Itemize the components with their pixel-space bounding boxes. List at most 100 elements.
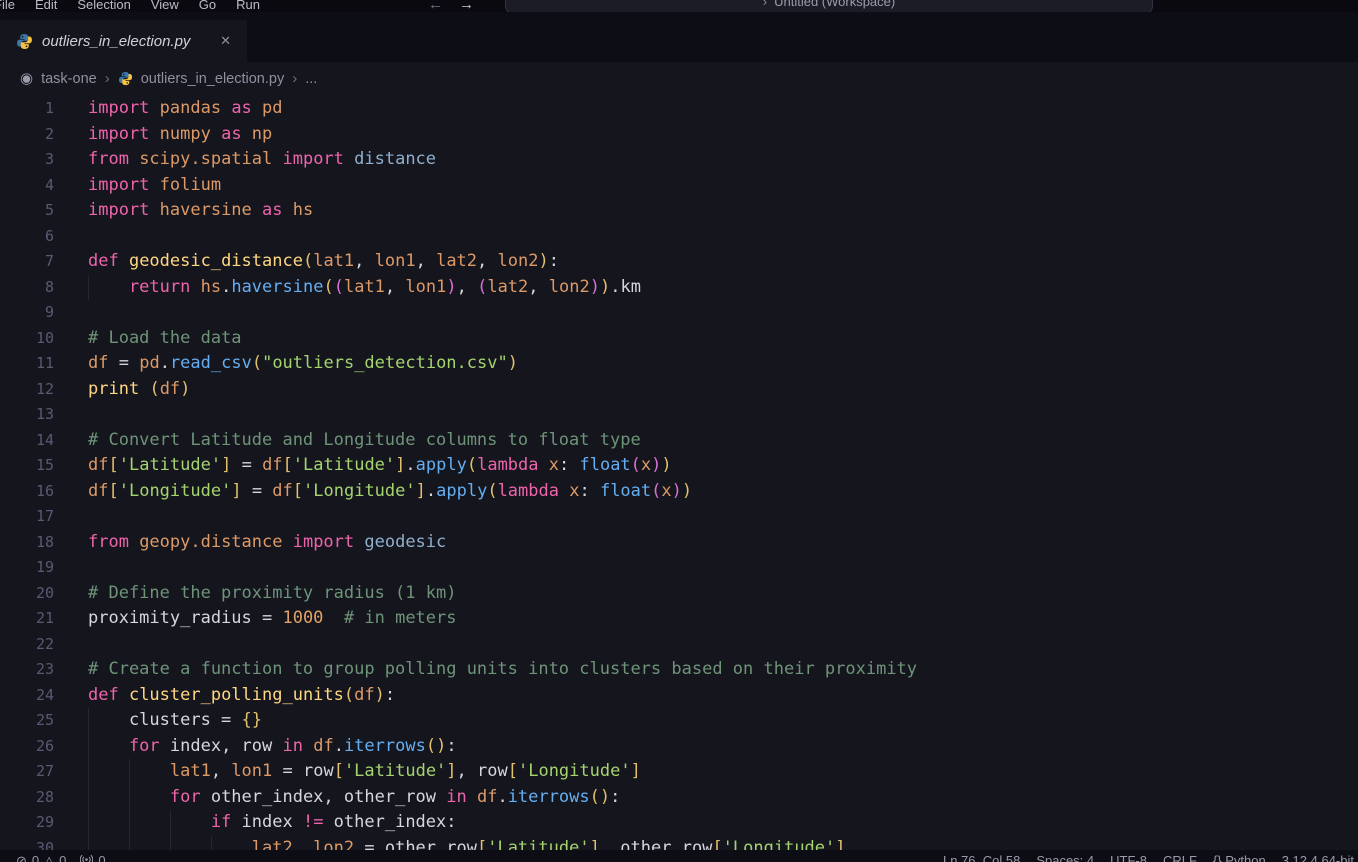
vscode-window: File Edit Selection View Go Run ← → › Un… bbox=[0, 0, 1358, 862]
code-token: ] bbox=[395, 455, 406, 475]
code-line[interactable] bbox=[88, 504, 1358, 530]
code-token: print bbox=[88, 378, 140, 399]
code-token: lon1 bbox=[405, 276, 447, 297]
code-line[interactable]: import haversine as hs bbox=[88, 198, 1358, 224]
code-line[interactable]: if index != other_index: bbox=[88, 810, 1358, 836]
code-token: lon2 bbox=[497, 251, 539, 271]
code-line[interactable]: df['Latitude'] = df['Latitude'].apply(la… bbox=[88, 453, 1358, 479]
breadcrumb-item-more[interactable]: ... bbox=[305, 71, 317, 87]
breadcrumb-item-file[interactable]: outliers_in_election.py bbox=[141, 71, 284, 87]
code-line[interactable]: import folium bbox=[88, 173, 1358, 199]
code-token: , bbox=[292, 837, 314, 851]
python-interpreter[interactable]: 3.12.4 64-bit bbox=[1282, 853, 1354, 862]
code-token: . bbox=[497, 786, 508, 807]
code-line[interactable]: print (df) bbox=[88, 377, 1358, 403]
code-token: = bbox=[241, 480, 273, 501]
code-line[interactable]: lat2, lon2 = other_row['Latitude'], othe… bbox=[88, 835, 1358, 851]
code-token: df bbox=[354, 684, 375, 705]
line-number: 5 bbox=[44, 201, 54, 219]
code-token: # Create a function to group polling uni… bbox=[88, 659, 918, 679]
eol-setting[interactable]: CRLF bbox=[1163, 853, 1197, 862]
indent-guide bbox=[210, 835, 252, 850]
code-token: . bbox=[159, 353, 170, 373]
chevron-right-icon: › bbox=[762, 0, 768, 9]
cursor-position[interactable]: Ln 76, Col 58 bbox=[943, 853, 1020, 862]
code-line[interactable]: return hs.haversine((lat1, lon1), (lat2,… bbox=[88, 274, 1358, 300]
code-line[interactable] bbox=[88, 402, 1358, 428]
code-token: != bbox=[302, 812, 324, 832]
tab-outliers-in-election[interactable]: outliers_in_election.py ✕ bbox=[0, 20, 247, 62]
nav-back-icon[interactable]: ← bbox=[428, 0, 443, 12]
code-token: 1000 bbox=[282, 608, 324, 628]
code-line[interactable]: clusters = {} bbox=[88, 708, 1358, 734]
language-mode[interactable]: {} Python bbox=[1213, 853, 1266, 862]
code-line[interactable] bbox=[88, 632, 1358, 658]
code-token: ] bbox=[446, 761, 457, 781]
code-token: ( bbox=[333, 276, 344, 297]
code-token: 'Longitude' bbox=[722, 837, 836, 851]
code-token: in bbox=[272, 735, 314, 756]
line-number: 11 bbox=[35, 354, 54, 372]
code-line[interactable]: df = pd.read_csv("outliers_detection.csv… bbox=[88, 351, 1358, 377]
code-line[interactable]: import numpy as np bbox=[88, 122, 1358, 148]
code-line[interactable]: # Create a function to group polling uni… bbox=[88, 657, 1358, 683]
code-line[interactable]: for other_index, other_row in df.iterrow… bbox=[88, 784, 1358, 810]
code-line[interactable] bbox=[88, 224, 1358, 250]
code-line[interactable] bbox=[88, 300, 1358, 326]
code-token: import bbox=[88, 98, 160, 118]
code-token: : bbox=[610, 786, 621, 807]
code-token: ) bbox=[599, 276, 611, 297]
code-lines[interactable]: import pandas as pd import numpy as np fro… bbox=[54, 95, 1358, 850]
code-token: ] bbox=[835, 837, 846, 851]
code-token: ( bbox=[343, 684, 355, 705]
indentation-setting[interactable]: Spaces: 4 bbox=[1036, 853, 1094, 862]
code-line[interactable]: from geopy.distance import geodesic bbox=[88, 530, 1358, 556]
menu-run[interactable]: Run bbox=[226, 0, 270, 12]
close-icon[interactable]: ✕ bbox=[216, 31, 235, 51]
editor[interactable]: 1 2 3 4 5 6 7 8 9 10 11 12 13 14 15 16 17 18 19 20 21 22 23 24 2… bbox=[0, 95, 1358, 850]
encoding[interactable]: UTF-8 bbox=[1110, 853, 1147, 862]
code-line[interactable]: def cluster_polling_units(df): bbox=[88, 683, 1358, 709]
menu-edit[interactable]: Edit bbox=[25, 0, 67, 12]
ports-indicator[interactable]: 0 bbox=[80, 853, 106, 862]
code-token: lambda bbox=[477, 455, 549, 475]
code-token: [ bbox=[712, 837, 723, 851]
command-center[interactable]: › Untitled (Workspace) bbox=[505, 0, 1153, 12]
code-line[interactable]: from scipy.spatial import distance bbox=[88, 147, 1358, 173]
code-token: ( bbox=[302, 251, 314, 271]
code-token: haversine bbox=[231, 276, 324, 297]
nav-forward-icon[interactable]: → bbox=[459, 0, 474, 12]
code-line[interactable]: # Load the data bbox=[88, 326, 1358, 352]
command-center-label: Untitled (Workspace) bbox=[774, 0, 896, 9]
code-line[interactable]: def geodesic_distance(lat1, lon1, lat2, … bbox=[88, 249, 1358, 275]
menu-go[interactable]: Go bbox=[189, 0, 226, 12]
code-token: [ bbox=[476, 837, 488, 851]
line-number: 24 bbox=[35, 685, 54, 704]
code-line[interactable]: import pandas as pd bbox=[88, 96, 1358, 122]
code-line[interactable]: # Define the proximity radius (1 km) bbox=[88, 581, 1358, 607]
code-token: numpy bbox=[159, 123, 211, 144]
code-line[interactable]: for index, row in df.iterrows(): bbox=[88, 733, 1358, 759]
code-token: ] bbox=[221, 455, 232, 475]
code-token: ] bbox=[630, 761, 641, 781]
code-token: df bbox=[88, 480, 109, 501]
problems-indicator[interactable]: ⊘ 0 △ 0 bbox=[16, 853, 66, 862]
code-token: : bbox=[446, 735, 457, 756]
code-token: , bbox=[384, 276, 406, 297]
code-line[interactable]: proximity_radius = 1000 # in meters bbox=[88, 606, 1358, 632]
menu-file[interactable]: File bbox=[0, 0, 25, 12]
line-number: 26 bbox=[35, 736, 54, 755]
code-line[interactable]: df['Longitude'] = df['Longitude'].apply(… bbox=[88, 479, 1358, 505]
code-token: # Convert Latitude and Longitude columns… bbox=[88, 429, 641, 450]
code-token: . bbox=[405, 455, 416, 475]
line-number: 23 bbox=[35, 660, 54, 678]
menu-view[interactable]: View bbox=[141, 0, 189, 12]
line-number: 7 bbox=[44, 252, 54, 270]
code-line[interactable] bbox=[88, 555, 1358, 581]
menu-selection[interactable]: Selection bbox=[67, 0, 140, 12]
code-line[interactable]: # Convert Latitude and Longitude columns… bbox=[88, 428, 1358, 454]
code-line[interactable]: lat1, lon1 = row['Latitude'], row['Longi… bbox=[88, 759, 1358, 785]
indent-guide bbox=[88, 784, 129, 810]
breadcrumb-item-task-one[interactable]: task-one bbox=[41, 71, 97, 87]
